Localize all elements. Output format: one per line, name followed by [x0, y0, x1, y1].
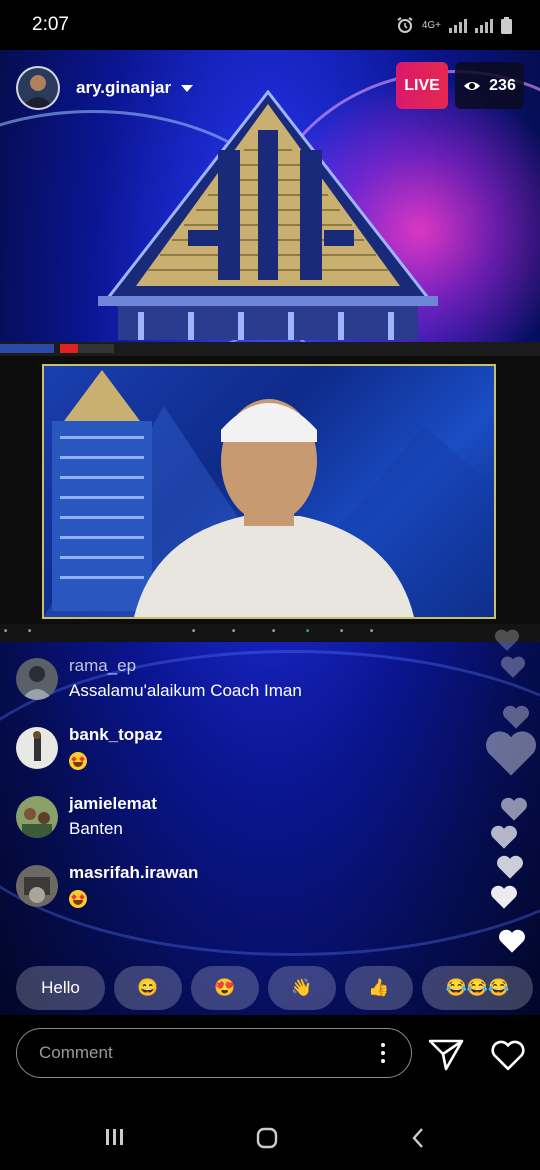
broadcast-header: ary.ginanjar	[16, 66, 194, 110]
commenter-avatar[interactable]	[16, 727, 58, 769]
status-icons: 4G+	[396, 16, 512, 34]
comment-placeholder: Comment	[39, 1043, 113, 1062]
zoom-video-icon: ■	[28, 628, 32, 634]
quick-reply-emoji[interactable]: 👍	[345, 966, 413, 1010]
heart-eyes-emoji-icon	[69, 751, 87, 770]
speaker-scene	[44, 370, 494, 617]
system-nav-bar	[0, 1095, 540, 1170]
quick-reply-hello[interactable]: Hello	[16, 966, 105, 1010]
comment-text	[69, 748, 163, 772]
floating-heart-icon	[491, 825, 517, 849]
signal-icon	[475, 17, 493, 33]
floating-heart-icon	[486, 731, 536, 776]
commenter-avatar[interactable]	[16, 796, 58, 838]
zoom-toolbar: ■ ■ ■ ■ ■ ■ ■ ■	[0, 624, 540, 642]
zoom-chat-icon: ■	[272, 628, 276, 634]
commenter-avatar[interactable]	[16, 865, 58, 907]
back-nav-icon[interactable]	[410, 1127, 426, 1149]
comment-item: jamielemat Banten	[16, 793, 476, 841]
viewer-count-value: 236	[489, 76, 516, 94]
zoom-tab	[78, 344, 114, 353]
signal-icon	[449, 17, 467, 33]
status-time: 2:07	[32, 14, 69, 35]
heart-eyes-emoji-icon	[69, 889, 87, 908]
comment-item: masrifah.irawan	[16, 862, 476, 910]
commenter-avatar[interactable]	[16, 658, 58, 700]
like-heart-icon[interactable]	[490, 1039, 526, 1071]
comment-username[interactable]: masrifah.irawan	[69, 862, 198, 884]
zoom-reactions-icon: ■	[370, 628, 374, 634]
tower-graphic	[98, 90, 438, 340]
floating-heart-icon	[494, 629, 520, 651]
host-username[interactable]: ary.ginanjar	[76, 78, 171, 98]
floating-heart-icon	[491, 885, 517, 909]
zoom-record-icon: ■	[340, 628, 344, 634]
comment-username[interactable]: jamielemat	[69, 793, 157, 815]
floating-heart-icon	[503, 705, 529, 729]
quick-reply-bar: Hello 😄 😍 👋 👍 😂😂😂	[16, 966, 540, 1012]
floating-heart-icon	[501, 797, 527, 821]
eye-icon	[464, 81, 481, 90]
floating-heart-icon	[499, 929, 525, 953]
more-options-icon[interactable]	[381, 1043, 385, 1067]
battery-icon	[501, 16, 512, 34]
zoom-live-tag	[60, 344, 80, 353]
zoom-share-icon: ■	[306, 628, 310, 634]
home-nav-icon[interactable]	[256, 1127, 278, 1149]
zoom-window-titlebar	[0, 342, 540, 356]
recents-nav-icon[interactable]	[104, 1127, 126, 1147]
comment-text: Banten	[69, 819, 123, 838]
alarm-icon	[397, 17, 413, 33]
quick-reply-emoji[interactable]: 👋	[268, 966, 336, 1010]
zoom-security-icon: ■	[192, 628, 196, 634]
quick-reply-emoji[interactable]: 😍	[191, 966, 259, 1010]
zoom-mute-icon: ■	[4, 628, 8, 634]
floating-heart-icon	[500, 656, 526, 678]
comment-feed: rama_ep Assalamu'alaikum Coach Iman bank…	[16, 655, 476, 931]
dropdown-chevron-icon[interactable]	[181, 84, 194, 92]
zoom-tab	[0, 344, 54, 353]
comment-input[interactable]: Comment	[16, 1028, 412, 1078]
floating-heart-icon	[497, 855, 523, 879]
comment-username[interactable]: rama_ep	[69, 655, 302, 677]
speaker-video	[42, 364, 496, 619]
send-icon[interactable]	[428, 1039, 464, 1071]
status-bar: 2:07 4G+	[0, 0, 540, 50]
comment-text: Assalamu'alaikum Coach Iman	[69, 681, 302, 700]
viewer-count[interactable]: 236	[455, 62, 524, 109]
live-badge: LIVE	[396, 62, 448, 109]
comment-text	[69, 886, 198, 910]
quick-reply-emoji[interactable]: 😂😂😂	[422, 966, 533, 1010]
comment-bar: Comment	[0, 1015, 540, 1095]
comment-username[interactable]: bank_topaz	[69, 724, 163, 746]
comment-item: rama_ep Assalamu'alaikum Coach Iman	[16, 655, 476, 703]
floating-hearts	[480, 620, 540, 960]
network-type: 4G+	[421, 19, 441, 31]
zoom-participants-icon: ■	[232, 628, 236, 634]
quick-reply-emoji[interactable]: 😄	[114, 966, 182, 1010]
live-video-stage[interactable]: ■ ■ ■ ■ ■ ■ ■ ■ ary.ginanjar LIVE 236 ra…	[0, 50, 540, 1015]
comment-item: bank_topaz	[16, 724, 476, 772]
host-avatar[interactable]	[16, 66, 60, 110]
